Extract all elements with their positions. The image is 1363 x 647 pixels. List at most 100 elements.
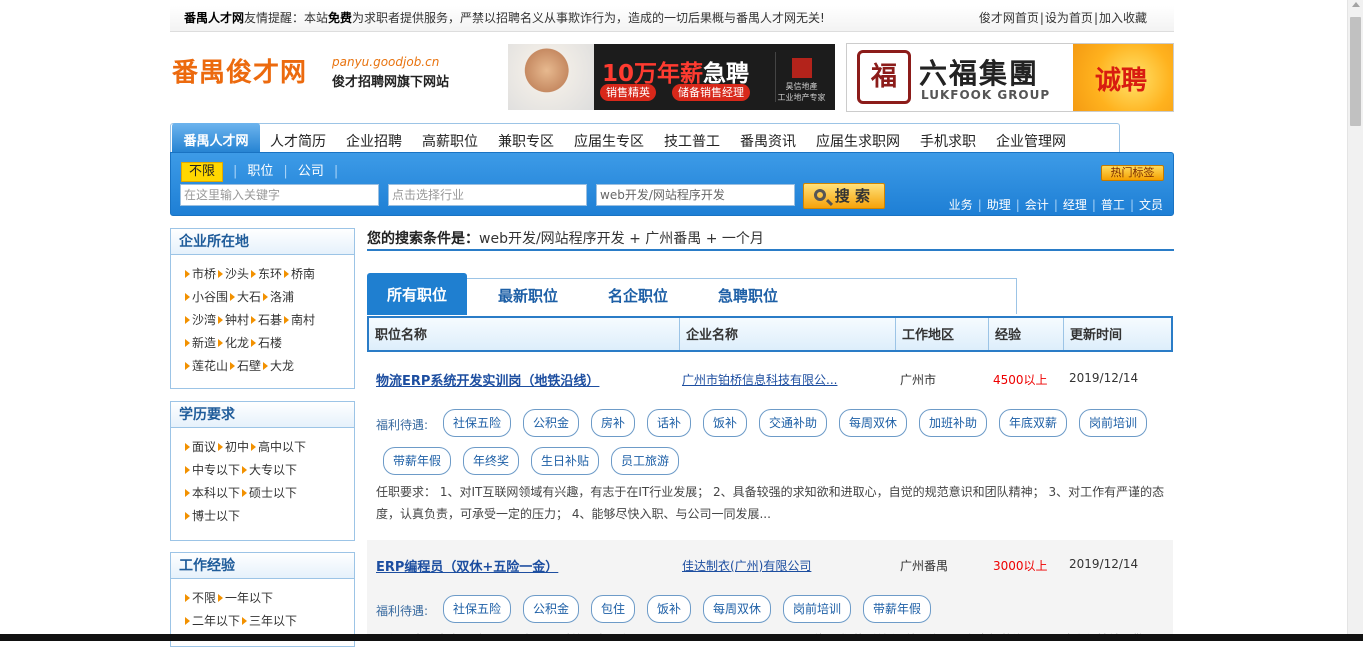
nav-item-graduate[interactable]: 应届生专区: [574, 124, 644, 154]
nav-item-home[interactable]: 番禺人才网: [172, 123, 260, 155]
filter-option[interactable]: 二年以下: [185, 614, 240, 628]
nav-item-company[interactable]: 企业招聘: [346, 124, 402, 154]
benefit-tag: 饭补: [647, 595, 692, 623]
nav-item-resume[interactable]: 人才简历: [270, 124, 326, 154]
keyword-input[interactable]: 在这里输入关键字: [180, 184, 379, 206]
nav-item-graduate-site[interactable]: 应届生求职网: [816, 124, 900, 154]
hot-tags-badge: 热门标签: [1101, 165, 1164, 181]
top-links: 俊才网首页|设为首页|加入收藏: [978, 11, 1147, 25]
search-button[interactable]: 搜 索: [803, 183, 885, 209]
logo-domain: panyu.goodjob.cn: [332, 55, 440, 69]
filter-option[interactable]: 大专以下: [242, 463, 297, 477]
filter-option[interactable]: 市桥: [185, 267, 216, 281]
filter-option[interactable]: 中专以下: [185, 463, 240, 477]
filter-option[interactable]: 南村: [284, 313, 315, 327]
nav-item-parttime[interactable]: 兼职专区: [498, 124, 554, 154]
filter-option[interactable]: 面议: [185, 440, 216, 454]
filter-option[interactable]: 东环: [251, 267, 282, 281]
filter-location-title: 企业所在地: [171, 229, 354, 255]
scroll-up-arrow-icon[interactable]: [1352, 2, 1360, 7]
filter-option[interactable]: 化龙: [218, 336, 249, 350]
banner-ad-haoxin[interactable]: 10万年薪急聘 销售精英 储备销售经理 昊信地產 工业地产专家: [508, 44, 835, 110]
job-area: 广州市: [900, 373, 937, 387]
notice-part2: 为求职者提供服务，严禁以招聘名义从事欺诈行为，造成的一切后果概与番禺人才网无关!: [352, 11, 825, 25]
filter-experience-options: 不限 一年以下 二年以下 三年以下: [171, 579, 354, 639]
benefit-tag: 社保五险: [443, 595, 512, 623]
filter-option[interactable]: 高中以下: [251, 440, 306, 454]
filter-education-options: 面议 初中 高中以下 中专以下 大专以下 本科以下 硕士以下 博士以下: [171, 428, 354, 534]
filter-education-title: 学历要求: [171, 402, 354, 428]
benefit-tag: 生日补贴: [531, 447, 600, 475]
filter-option[interactable]: 钟村: [218, 313, 249, 327]
job-title-link[interactable]: 物流ERP系统开发实训岗（地铁沿线）: [376, 370, 599, 389]
scrollbar[interactable]: [1347, 0, 1363, 641]
benefit-tag: 房补: [591, 409, 636, 437]
hot-tag-link[interactable]: 助理: [987, 198, 1011, 212]
benefits-label: 福利待遇:: [376, 418, 429, 432]
benefit-tag: 每周双休: [839, 409, 908, 437]
hot-tag-link[interactable]: 业务: [949, 198, 973, 212]
nav-item-management[interactable]: 企业管理网: [996, 124, 1066, 154]
tab-latest-jobs[interactable]: 最新职位: [498, 279, 558, 315]
filter-option[interactable]: 不限: [185, 591, 216, 605]
filter-option[interactable]: 初中: [218, 440, 249, 454]
benefit-tag: 公积金: [523, 409, 580, 437]
benefit-tag: 公积金: [523, 595, 580, 623]
search-panel: 不限 | 职位 | 公司 | 在这里输入关键字 点击选择行业 web开发/网站程序开发 搜…: [170, 152, 1174, 216]
hot-tag-link[interactable]: 普工: [1101, 198, 1125, 212]
benefit-tag: 岗前培训: [783, 595, 852, 623]
filter-option[interactable]: 洛浦: [263, 290, 294, 304]
link-set-home[interactable]: 设为首页: [1045, 11, 1093, 25]
filter-option[interactable]: 博士以下: [185, 509, 240, 523]
tab-all-jobs[interactable]: 所有职位: [367, 273, 467, 315]
filter-option[interactable]: 莲花山: [185, 359, 228, 373]
company-link[interactable]: 佳达制衣(广州)有限公司: [682, 557, 811, 574]
nav-item-highpay[interactable]: 高薪职位: [422, 124, 478, 154]
nav-item-mobile[interactable]: 手机求职: [920, 124, 976, 154]
ad-pill-manager: 储备销售经理: [672, 84, 750, 101]
filter-experience: 工作经验 不限 一年以下 二年以下 三年以下: [170, 552, 355, 647]
filter-option[interactable]: 一年以下: [218, 591, 273, 605]
tab-famous-jobs[interactable]: 名企职位: [608, 279, 668, 315]
job-title-link[interactable]: ERP编程员（双休+五险一金）: [376, 556, 558, 575]
job-salary: 3000以上: [993, 559, 1048, 573]
filter-option[interactable]: 本科以下: [185, 486, 240, 500]
filter-option[interactable]: 石壁: [230, 359, 261, 373]
position-select[interactable]: web开发/网站程序开发: [596, 184, 795, 206]
filter-option[interactable]: 硕士以下: [242, 486, 297, 500]
condition-label: 您的搜索条件是：: [367, 231, 479, 247]
filter-option[interactable]: 新造: [185, 336, 216, 350]
filter-option[interactable]: 沙头: [218, 267, 249, 281]
link-home[interactable]: 俊才网首页: [979, 11, 1039, 25]
notice-free: 免费: [328, 11, 353, 25]
tab-urgent-jobs[interactable]: 急聘职位: [718, 279, 778, 315]
search-type-all[interactable]: 不限: [181, 162, 224, 182]
search-type-company[interactable]: 公司: [298, 164, 324, 179]
nav-item-news[interactable]: 番禺资讯: [740, 124, 796, 154]
nav-item-worker[interactable]: 技工普工: [664, 124, 720, 154]
hot-tag-link[interactable]: 会计: [1025, 198, 1049, 212]
filter-option[interactable]: 小谷围: [185, 290, 228, 304]
search-type-position[interactable]: 职位: [247, 164, 273, 179]
company-link[interactable]: 广州市铂桥信息科技有限公...: [682, 371, 837, 388]
filter-location-options: 市桥 沙头 东环 桥南 小谷围 大石 洛浦 沙湾 钟村 石碁 南村 新造 化龙 石楼 莲花山 石壁 大龙: [171, 255, 354, 384]
banner-ad-lukfook[interactable]: 福 六福集團 LUKFOOK GROUP 诚聘: [846, 43, 1174, 112]
industry-select[interactable]: 点击选择行业: [388, 184, 587, 206]
filter-option[interactable]: 大龙: [263, 359, 294, 373]
filter-option[interactable]: 沙湾: [185, 313, 216, 327]
job-row: ERP编程员（双休+五险一金） 佳达制衣(广州)有限公司 广州番禺 3000以上…: [367, 540, 1173, 641]
filter-option[interactable]: 三年以下: [242, 614, 297, 628]
scroll-thumb[interactable]: [1350, 17, 1361, 126]
col-header-area: 工作地区: [896, 318, 989, 350]
filter-option[interactable]: 大石: [230, 290, 261, 304]
search-condition: 您的搜索条件是：web开发/网站程序开发 + 广州番禺 + 一个月: [367, 228, 1174, 251]
hot-tag-links: 业务 | 助理 | 会计 | 经理 | 普工 | 文员: [948, 198, 1163, 212]
notice-site-name: 番禺人才网: [184, 11, 245, 25]
filter-option[interactable]: 桥南: [284, 267, 315, 281]
link-favorite[interactable]: 加入收藏: [1099, 11, 1147, 25]
hot-tag-link[interactable]: 经理: [1063, 198, 1087, 212]
hot-tag-link[interactable]: 文员: [1139, 198, 1163, 212]
filter-option[interactable]: 石碁: [251, 313, 282, 327]
filter-option[interactable]: 石楼: [251, 336, 282, 350]
results-table-header: 职位名称 企业名称 工作地区 经验 更新时间: [367, 316, 1173, 352]
